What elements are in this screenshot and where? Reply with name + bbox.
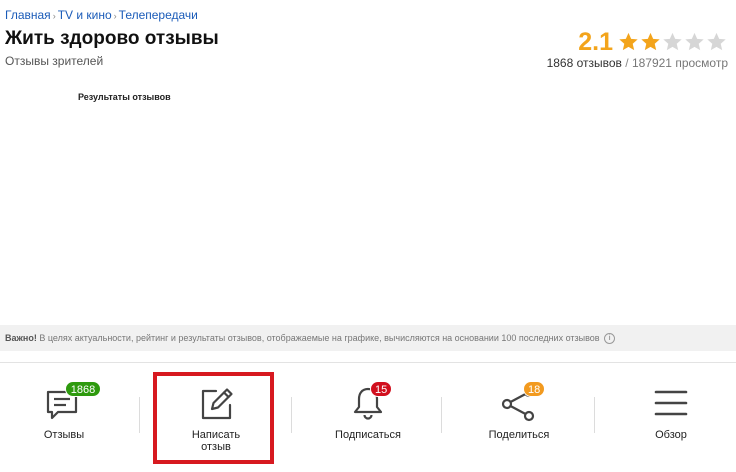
divider [139,397,140,433]
notice-text: В целях актуальности, рейтинг и результа… [36,333,600,343]
rating-summary: 2.1 1868 отзывов / 187921 просмотр [508,28,728,70]
rating-counts: 1868 отзывов / 187921 просмотр [508,56,728,70]
bottom-action-bar: 1868 Отзывы Написать отзыв 15 Подписатьс… [0,362,736,472]
notice-bold: Важно! [5,333,37,343]
notice-bar: Важно! В целях актуальности, рейтинг и р… [0,325,736,351]
share-button[interactable]: 18 Поделиться [454,363,584,463]
results-chart-area [0,104,736,322]
info-icon[interactable]: i [604,333,616,345]
menu-icon [654,390,688,416]
views-count: 187921 просмотр [631,56,728,70]
results-title: Результаты отзывов [78,92,171,102]
rating-stars [618,31,728,53]
subscribe-label: Подписаться [335,429,401,441]
share-label: Поделиться [488,429,550,441]
overview-label: Обзор [655,429,687,441]
subscribe-badge: 15 [370,381,393,397]
rating-value: 2.1 [578,28,613,56]
reviews-label: Отзывы [43,429,85,441]
page-title: Жить здорово отзывы [5,28,219,49]
page-subtitle: Отзывы зрителей [5,54,104,68]
star-icon [707,32,726,51]
divider [291,397,292,433]
breadcrumb-separator: › [113,11,117,21]
breadcrumb-separator: › [52,11,56,21]
subscribe-button[interactable]: 15 Подписаться [303,363,433,463]
breadcrumb-teleperedachi[interactable]: Телепередачи [119,8,198,22]
divider [594,397,595,433]
breadcrumb-tv-kino[interactable]: TV и кино [58,8,112,22]
star-icon [663,32,682,51]
overview-button[interactable]: Обзор [606,363,736,463]
star-icon [619,32,638,51]
breadcrumb-home[interactable]: Главная [5,8,51,22]
reviews-badge: 1868 [65,381,101,397]
reviews-count: 1868 отзывов [546,56,622,70]
divider [441,397,442,433]
counts-separator: / [621,56,632,70]
star-icon [641,32,660,51]
star-icon [685,32,704,51]
reviews-button[interactable]: 1868 Отзывы [0,363,129,463]
breadcrumb: Главная › TV и кино › Телепередачи [5,8,198,22]
share-badge: 18 [523,381,546,397]
highlight-box [153,372,274,464]
